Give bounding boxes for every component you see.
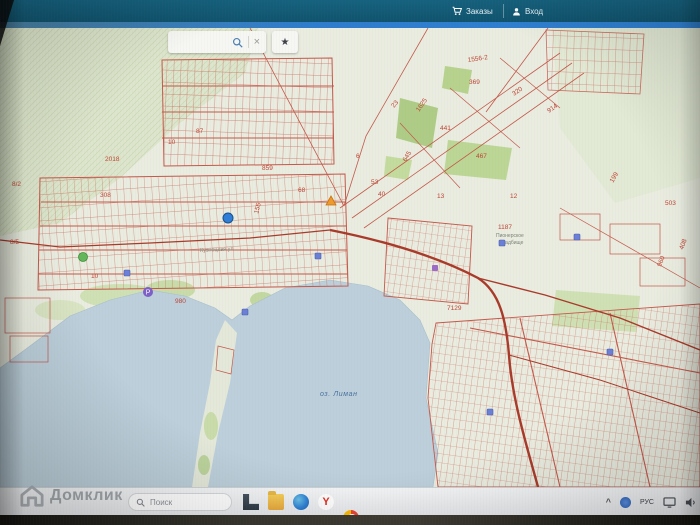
cemetery-number: 1187 — [498, 224, 512, 231]
parcel-number: 308 — [100, 192, 111, 199]
login-button[interactable]: Вход — [512, 0, 543, 22]
parcel-number: 8/5 — [10, 239, 19, 246]
blue-marker[interactable] — [123, 269, 131, 277]
language-indicator[interactable]: РУС — [640, 499, 654, 506]
map-search-input[interactable] — [174, 36, 227, 48]
map-canvas: 795871020188593088/28/510681556534023162… — [0, 28, 700, 487]
dot-marker[interactable] — [222, 212, 234, 224]
parcel-number: 13 — [437, 193, 445, 200]
domklik-brand-text: Домклик — [50, 487, 123, 504]
search-icon[interactable] — [232, 37, 243, 48]
parcel-number: 87 — [196, 128, 204, 135]
parcel-number: 2018 — [105, 156, 120, 163]
cemetery-label-line1: Пионерское — [496, 233, 524, 239]
parking-marker[interactable]: P — [143, 287, 153, 297]
purple-marker[interactable] — [432, 265, 438, 271]
cart-icon — [452, 6, 462, 15]
parcel-number: 8/2 — [12, 181, 21, 188]
parcel-number: 467 — [476, 153, 487, 160]
yandex-browser-icon[interactable]: Y — [318, 494, 334, 510]
favorites-star-button[interactable]: ★ — [272, 31, 298, 53]
blue-marker[interactable] — [314, 252, 322, 260]
parcel-number: 10 — [91, 273, 99, 280]
monitor-photo: Заказы Вход 87 10 2018 859 308 8/2 8/5 1… — [0, 0, 700, 525]
parcel-number: 859 — [262, 165, 273, 172]
taskbar-search-icon — [136, 498, 145, 507]
parcel-number: 10 — [168, 139, 176, 146]
svg-text:P: P — [146, 290, 151, 297]
taskbar-search[interactable]: Поиск — [128, 493, 232, 511]
blue-marker[interactable] — [498, 239, 506, 247]
login-label: Вход — [525, 6, 544, 16]
tray-display-icon[interactable] — [663, 496, 676, 508]
taskbar-search-placeholder: Поиск — [150, 497, 173, 507]
blue-marker[interactable] — [606, 348, 614, 356]
blue-marker[interactable] — [573, 233, 581, 241]
window-app-icon[interactable] — [243, 494, 259, 510]
cadastral-map[interactable]: 795871020188593088/28/510681556534023162… — [0, 28, 700, 487]
parcel-number: 12 — [510, 193, 518, 200]
orders-label: Заказы — [466, 6, 493, 16]
search-divider — [247, 36, 249, 48]
parcel-number: 53 — [371, 179, 379, 186]
edge-icon[interactable] — [293, 494, 309, 510]
topbar-divider — [503, 4, 504, 18]
system-tray: ^ РУС — [606, 488, 700, 516]
tray-volume-icon[interactable] — [685, 497, 696, 508]
blue-marker[interactable] — [486, 408, 494, 416]
parcel-number: 980 — [175, 298, 186, 305]
user-icon — [513, 7, 520, 15]
map-search-box[interactable]: × — [168, 31, 266, 53]
parcel-number: 441 — [440, 125, 451, 132]
parcel-number: 6 — [356, 153, 360, 160]
desk-edge — [0, 515, 700, 525]
domklik-watermark: Домклик — [20, 484, 123, 508]
blue-marker[interactable] — [241, 308, 249, 316]
parcel-number: 68 — [298, 187, 306, 194]
orders-button[interactable]: Заказы — [452, 0, 493, 22]
site-topbar: Заказы Вход — [0, 0, 700, 22]
parcel-number: 369 — [469, 79, 480, 86]
tray-chevron-icon[interactable]: ^ — [606, 497, 611, 507]
parcel-number: 7129 — [447, 305, 462, 312]
green-marker[interactable] — [78, 252, 88, 262]
clear-icon[interactable]: × — [254, 36, 260, 48]
domklik-house-icon — [20, 485, 44, 507]
star-icon: ★ — [280, 36, 290, 48]
bezel-corner — [0, 0, 14, 46]
parcel-number: 503 — [665, 200, 676, 207]
lake-label: оз. Лиман — [320, 391, 358, 398]
explorer-folder-icon[interactable] — [268, 491, 284, 510]
tray-app-icon[interactable] — [619, 496, 631, 508]
parcel-number: 40 — [378, 191, 386, 198]
